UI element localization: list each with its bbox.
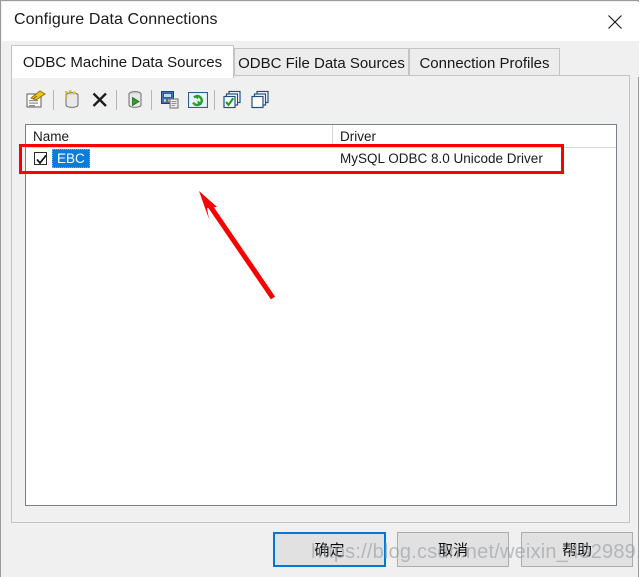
toolbar-separator [151, 90, 152, 110]
tab-strip: ODBC Machine Data Sources ODBC File Data… [2, 41, 639, 78]
row-cell-name[interactable]: EBC [52, 149, 90, 168]
toolbar-separator [53, 90, 54, 110]
help-button[interactable]: 帮助 [521, 532, 633, 567]
tab-odbc-machine-data-sources[interactable]: ODBC Machine Data Sources [11, 45, 234, 78]
list-header-row: Name Driver [26, 125, 616, 148]
select-all-icon[interactable] [221, 88, 245, 112]
tab-label: Connection Profiles [419, 54, 550, 72]
title-bar: Configure Data Connections [2, 2, 639, 41]
tab-page-machine-data-sources: Name Driver EBC MySQL ODBC 8.0 Unicode D… [11, 75, 630, 523]
cancel-button[interactable]: 取消 [397, 532, 509, 567]
row-cell-driver: MySQL ODBC 8.0 Unicode Driver [340, 151, 543, 166]
server-properties-glyph [161, 91, 179, 109]
ok-button-label: 确定 [314, 541, 345, 559]
list-body: EBC MySQL ODBC 8.0 Unicode Driver [26, 147, 616, 171]
add-data-source-icon[interactable] [60, 88, 84, 112]
dialog-window: Configure Data Connections ODBC Machine … [0, 0, 639, 577]
edit-data-source-icon[interactable] [24, 88, 48, 112]
cancel-button-label: 取消 [437, 541, 468, 559]
toolbar-separator [116, 90, 117, 110]
add-data-source-glyph [65, 90, 79, 108]
tab-label: ODBC Machine Data Sources [22, 53, 223, 71]
server-properties-icon[interactable] [158, 88, 182, 112]
tab-connection-profiles[interactable]: Connection Profiles [409, 48, 560, 77]
delete-x-glyph [92, 92, 107, 107]
table-row[interactable]: EBC MySQL ODBC 8.0 Unicode Driver [26, 147, 616, 171]
refresh-glyph [188, 92, 208, 108]
close-glyph [608, 15, 622, 29]
column-header-label: Driver [340, 128, 376, 144]
data-sources-list[interactable]: Name Driver EBC MySQL ODBC 8.0 Unicode D… [25, 124, 617, 506]
ok-button[interactable]: 确定 [273, 532, 386, 567]
refresh-icon[interactable] [186, 88, 210, 112]
close-icon[interactable] [593, 2, 639, 41]
select-all-glyph [223, 90, 241, 109]
row-checkbox[interactable] [34, 152, 47, 165]
tab-label: ODBC File Data Sources [238, 54, 405, 72]
edit-data-source-glyph [26, 90, 46, 108]
deselect-all-glyph [251, 90, 269, 109]
test-connection-glyph [128, 91, 142, 108]
checkmark-icon [36, 154, 47, 165]
toolbar-separator [214, 90, 215, 110]
toolbar [24, 88, 619, 114]
column-header-label: Name [33, 128, 70, 144]
deselect-all-icon[interactable] [249, 88, 273, 112]
help-button-label: 帮助 [561, 541, 592, 559]
column-header-driver[interactable]: Driver [333, 125, 616, 147]
column-header-name[interactable]: Name [26, 125, 333, 147]
window-title: Configure Data Connections [14, 11, 218, 28]
delete-data-source-icon[interactable] [88, 88, 112, 112]
tab-odbc-file-data-sources[interactable]: ODBC File Data Sources [234, 48, 409, 77]
test-connection-icon[interactable] [123, 88, 147, 112]
